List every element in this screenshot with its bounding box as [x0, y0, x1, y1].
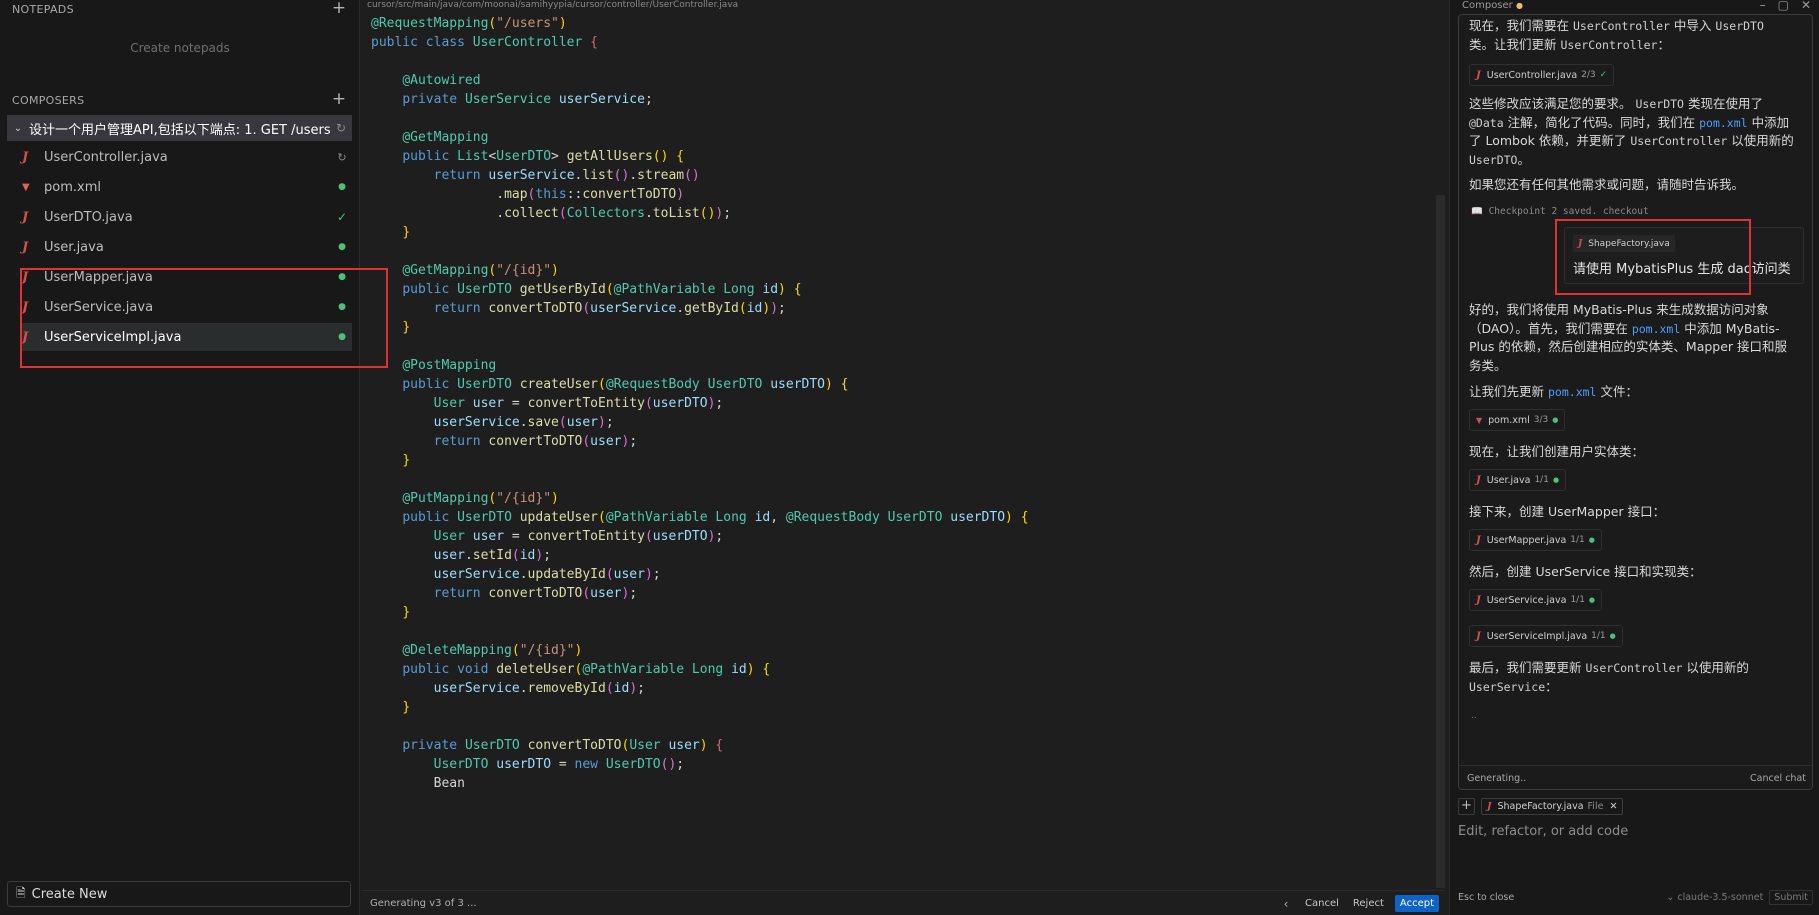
add-context-icon[interactable]: + — [1458, 798, 1475, 815]
chevron-left-icon[interactable]: ‹ — [1278, 897, 1294, 911]
status-dot-icon: ● — [1588, 596, 1596, 604]
java-icon: J — [1476, 474, 1481, 486]
file-chip-userservice[interactable]: J UserService.java 1/1 ● — [1469, 589, 1603, 611]
add-composer-icon[interactable]: + — [331, 91, 347, 108]
generation-status: Generating v3 of 3 ... — [370, 898, 477, 909]
submit-button[interactable]: Submit — [1769, 890, 1813, 905]
reject-button[interactable]: Reject — [1350, 896, 1387, 911]
file-chip-userserviceimpl[interactable]: J UserServiceImpl.java 1/1 ● — [1469, 625, 1623, 647]
status-dot-icon: ● — [1609, 632, 1616, 640]
context-chips: + J ShapeFactory.java File ✕ — [1458, 798, 1813, 815]
chevron-down-icon[interactable]: ⌄ — [7, 123, 29, 134]
java-icon: J — [1487, 801, 1492, 812]
unsaved-dot-icon: ● — [1515, 1, 1523, 10]
accept-button[interactable]: Accept — [1394, 895, 1439, 912]
status-dot-icon: ● — [1588, 536, 1595, 544]
editor-scrollbar[interactable] — [1436, 195, 1445, 888]
editor-status-bar: Generating v3 of 3 ... ‹ Cancel Reject A… — [361, 890, 1445, 915]
code-content[interactable]: @RequestMapping("/users") public class U… — [371, 14, 1029, 793]
file-chip-user[interactable]: J User.java 1/1 ● — [1469, 469, 1567, 491]
file-chip-usermapper[interactable]: J UserMapper.java 1/1 ● — [1469, 529, 1602, 551]
xml-icon: ▼ — [22, 181, 30, 193]
generating-status: Generating.. — [1467, 772, 1527, 784]
composer-panel-title: Composer — [1462, 0, 1513, 11]
left-sidebar: NOTEPADS + Create notepads COMPOSERS + ⌄… — [0, 0, 388, 915]
status-dot-icon: ● — [1552, 416, 1559, 424]
composer-input[interactable]: Edit, refactor, or add code — [1458, 824, 1813, 839]
create-new-label: Create New — [31, 886, 108, 902]
highlight-box — [1555, 219, 1751, 295]
chat-footer: Generating.. Cancel chat — [1459, 765, 1812, 789]
checkpoint-link[interactable]: 📖 Checkpoint 2 saved. checkout — [1471, 206, 1649, 217]
java-icon: J — [1476, 69, 1481, 81]
composer-input-area: + J ShapeFactory.java File ✕ Edit, refac… — [1458, 798, 1813, 839]
assistant-message: 让我们先更新 pom.xml 文件： — [1469, 384, 1638, 399]
notepads-header: NOTEPADS — [12, 3, 74, 16]
composers-header: COMPOSERS — [12, 94, 85, 107]
file-name: UserDTO.java — [44, 209, 133, 225]
create-new-button[interactable]: 🗎 Create New — [7, 881, 351, 907]
create-notepads-link[interactable]: Create notepads — [0, 41, 360, 55]
assistant-message: 这些修改应该满足您的要求。 UserDTO 类现在使用了 @Data 注解，简化… — [1469, 96, 1794, 167]
new-file-icon: 🗎 — [16, 885, 26, 900]
assistant-message: 如果您还有任何其他需求或问题，请随时告诉我。 — [1469, 177, 1745, 192]
assistant-message: 好的，我们将使用 MyBatis-Plus 来生成数据访问对象（DAO）。首先，… — [1469, 302, 1788, 373]
composer-panel-header: Composer ● — [1462, 0, 1523, 11]
file-chip-pom[interactable]: ▼ pom.xml 3/3 ● — [1469, 409, 1566, 431]
chat-history[interactable]: 现在，我们需要在 UserController 中导入 UserDTO 类。让我… — [1458, 14, 1813, 790]
assistant-message: 最后，我们需要更新 UserController 以使用新的 UserServi… — [1469, 660, 1749, 694]
breadcrumb[interactable]: cursor/src/main/java/com/moonai/samihyyp… — [367, 0, 738, 10]
loading-icon: ↻ — [337, 150, 347, 164]
loading-icon: ↻ — [335, 121, 347, 135]
status-dot-icon: ● — [338, 182, 346, 192]
streaming-indicator: .. — [1471, 711, 1477, 721]
chevron-down-icon: ⌄ — [1666, 892, 1678, 903]
minimize-icon[interactable]: – — [1760, 0, 1766, 12]
cancel-chat-button[interactable]: Cancel chat — [1750, 773, 1806, 784]
maximize-icon[interactable]: ▢ — [1778, 0, 1789, 12]
model-selector[interactable]: ⌄ claude-3.5-sonnet — [1666, 892, 1763, 903]
java-icon: J — [1476, 630, 1481, 642]
add-notepad-icon[interactable]: + — [331, 0, 347, 17]
file-item[interactable]: J UserController.java ↻ — [22, 143, 352, 171]
file-name: pom.xml — [44, 179, 101, 195]
book-icon: 📖 — [1471, 206, 1489, 217]
context-file-chip[interactable]: J ShapeFactory.java File ✕ — [1481, 798, 1624, 815]
file-name: User.java — [44, 239, 104, 255]
composer-panel: Composer ● – ▢ ✕ 现在，我们需要在 UserController… — [1449, 0, 1819, 915]
check-icon: ✓ — [336, 210, 348, 224]
highlight-box — [20, 268, 388, 368]
composer-bottom-bar: Esc to close ⌄ claude-3.5-sonnet Submit — [1458, 890, 1813, 905]
status-dot-icon: ● — [338, 242, 346, 252]
java-icon: J — [22, 239, 29, 255]
java-icon: J — [1476, 534, 1481, 546]
composer-title: 设计一个用户管理API,包括以下端点: 1. GET /users... — [29, 122, 330, 138]
file-item[interactable]: J UserDTO.java ✓ — [22, 203, 352, 231]
xml-icon: ▼ — [1476, 415, 1483, 425]
close-icon[interactable]: ✕ — [1801, 0, 1811, 12]
file-item[interactable]: ▼ pom.xml ● — [22, 173, 352, 201]
code-editor[interactable]: cursor/src/main/java/com/moonai/samihyyp… — [361, 0, 1445, 915]
esc-hint: Esc to close — [1458, 892, 1515, 903]
assistant-message: 接下来，创建 UserMapper 接口： — [1469, 504, 1666, 519]
diff-actions: ‹ Cancel Reject Accept — [1278, 895, 1439, 912]
assistant-message: 然后，创建 UserService 接口和实现类： — [1469, 564, 1702, 579]
file-item[interactable]: J User.java ● — [22, 233, 352, 261]
window-controls: – ▢ ✕ — [1760, 0, 1811, 12]
remove-context-icon[interactable]: ✕ — [1609, 801, 1617, 812]
java-icon: J — [22, 149, 29, 165]
file-name: UserController.java — [44, 149, 168, 165]
assistant-message: 现在，我们需要在 UserController 中导入 UserDTO 类。让我… — [1469, 18, 1764, 52]
java-icon: J — [1476, 594, 1481, 606]
check-icon: ✓ — [1599, 70, 1608, 80]
composer-item[interactable]: ⌄ 设计一个用户管理API,包括以下端点: 1. GET /users... ↻ — [7, 115, 352, 141]
java-icon: J — [22, 209, 29, 225]
cancel-button[interactable]: Cancel — [1302, 896, 1342, 911]
status-dot-icon: ● — [1552, 476, 1560, 484]
file-chip-usercontroller[interactable]: J UserController.java 2/3 ✓ — [1469, 64, 1615, 86]
assistant-message: 现在，让我们创建用户实体类： — [1469, 444, 1645, 459]
